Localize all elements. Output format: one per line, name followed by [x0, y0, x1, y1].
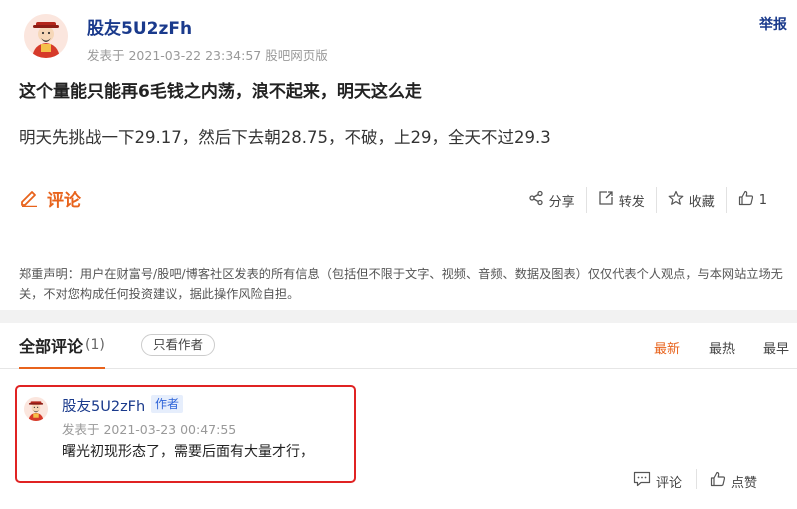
comment-like-label: 点赞: [731, 475, 758, 491]
report-link[interactable]: 举报: [759, 14, 787, 34]
favorite-button[interactable]: 收藏: [657, 187, 726, 213]
comment-button[interactable]: 评论: [19, 186, 81, 211]
sort-hottest[interactable]: 最热: [709, 338, 735, 357]
comment-meta: 发表于 2021-03-23 00:47:55: [62, 422, 237, 437]
comment-bubble-icon: [633, 471, 651, 491]
comment-count: (1): [85, 337, 105, 353]
thumbs-up-icon: [710, 471, 726, 491]
tab-all-comments[interactable]: 全部评论 (1): [19, 323, 105, 369]
comment-author-name[interactable]: 股友5U2zFh: [62, 395, 145, 416]
reply-label: 评论: [656, 475, 683, 491]
action-bar: 分享 转发 收藏 1: [517, 187, 778, 213]
star-icon: [668, 190, 684, 210]
comment-button-label: 评论: [47, 191, 81, 211]
share-label: 分享: [548, 194, 575, 210]
pencil-icon: [19, 187, 39, 211]
sort-earliest[interactable]: 最早: [763, 338, 789, 357]
author-only-button[interactable]: 只看作者: [141, 334, 216, 356]
post-meta: 发表于 2021-03-22 23:34:57 股吧网页版: [87, 48, 328, 63]
repost-button[interactable]: 转发: [587, 187, 656, 213]
divider: [696, 469, 697, 489]
comments-header: 全部评论 (1) 只看作者 最新 最热 最早: [0, 323, 797, 369]
author-tag: 作者: [151, 395, 184, 413]
share-button[interactable]: 分享: [517, 187, 586, 213]
like-button[interactable]: 1: [727, 187, 778, 213]
post-title: 这个量能只能再6毛钱之内荡，浪不起来，明天这么走: [19, 82, 422, 102]
disclaimer: 郑重声明：用户在财富号/股吧/博客社区发表的所有信息（包括但不限于文字、视频、音…: [19, 267, 783, 301]
avatar[interactable]: [24, 14, 68, 58]
tab-all-comments-label: 全部评论: [19, 337, 84, 356]
section-divider: [0, 310, 797, 323]
repost-label: 转发: [618, 194, 645, 210]
like-count: 1: [758, 192, 767, 208]
reply-button[interactable]: 评论: [633, 471, 682, 491]
post-body: 明天先挑战一下29.17，然后下去朝28.75，不破，上29，全天不过29.3: [19, 128, 551, 147]
post-author-name[interactable]: 股友5U2zFh: [87, 14, 192, 39]
avatar[interactable]: [24, 397, 48, 421]
repost-icon: [598, 190, 614, 210]
thumbs-up-icon: [738, 190, 754, 210]
comment-like-button[interactable]: 点赞: [710, 471, 757, 491]
favorite-label: 收藏: [688, 194, 715, 210]
share-icon: [528, 190, 544, 210]
sort-newest[interactable]: 最新: [654, 338, 680, 357]
comment-text: 曙光初现形态了，需要后面有大量才行，: [62, 444, 314, 460]
